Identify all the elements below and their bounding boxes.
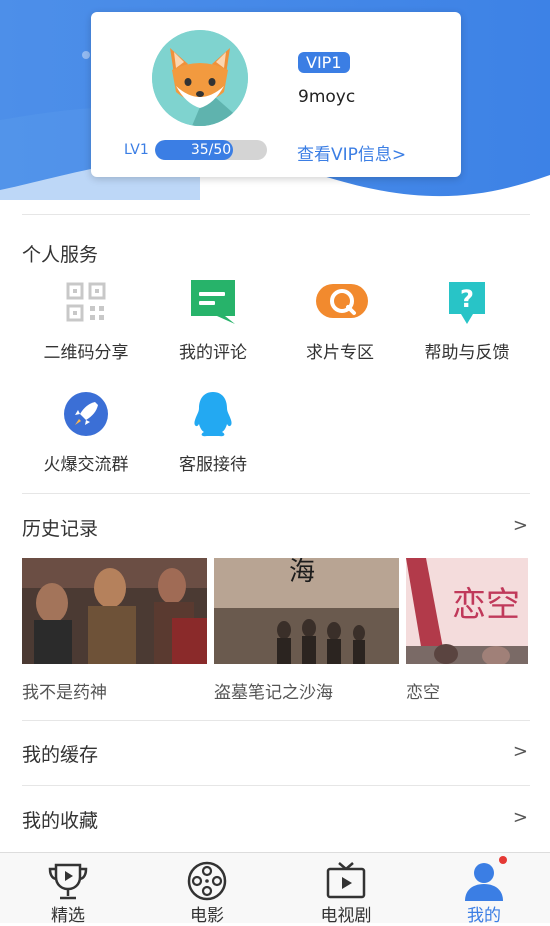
help-icon: ?	[443, 278, 491, 326]
divider	[22, 720, 530, 721]
history-poster[interactable]: 海	[214, 558, 399, 664]
service-customer-support[interactable]: 客服接待	[148, 390, 278, 475]
trophy-icon	[46, 859, 90, 903]
nav-tab-featured[interactable]: 精选	[3, 853, 133, 926]
nav-tab-label: 精选	[51, 906, 85, 926]
film-reel-icon	[185, 859, 229, 903]
svg-text:?: ?	[460, 285, 474, 313]
divider	[22, 493, 530, 494]
qq-penguin-icon	[189, 390, 237, 438]
poster-title-text: 恋空	[452, 585, 520, 625]
nav-tab-label: 电影	[190, 906, 224, 926]
service-label: 我的评论	[179, 343, 247, 363]
level-progress-text: 35/50	[190, 142, 232, 158]
section-title-services: 个人服务	[22, 244, 99, 266]
search-request-icon	[316, 278, 368, 326]
profile-card: VIP1 9moyc LV1 35/50 查看VIP信息>	[91, 12, 461, 177]
history-item-title[interactable]: 我不是药神	[22, 678, 107, 703]
level-label: LV1	[124, 142, 149, 158]
nav-tab-me[interactable]: 我的	[419, 853, 549, 926]
vip-badge: VIP1	[298, 52, 350, 73]
nav-tab-movies[interactable]: 电影	[142, 853, 272, 926]
nav-tab-label: 我的	[467, 906, 501, 926]
history-more-arrow[interactable]: >	[513, 515, 528, 536]
fox-avatar-icon	[152, 30, 248, 126]
nav-tab-tv-series[interactable]: 电视剧	[281, 853, 411, 926]
service-label: 火爆交流群	[43, 455, 129, 475]
service-label: 帮助与反馈	[424, 343, 510, 363]
service-request-zone[interactable]: 求片专区	[275, 278, 405, 363]
service-hot-group[interactable]: 火爆交流群	[21, 390, 151, 475]
service-label: 二维码分享	[43, 343, 129, 363]
notification-dot	[499, 856, 507, 864]
user-icon	[462, 859, 506, 903]
service-help-feedback[interactable]: ? 帮助与反馈	[402, 278, 532, 363]
bottom-navigation: 精选 电影 电视剧 我的	[0, 852, 550, 926]
service-qrcode-share[interactable]: 二维码分享	[21, 278, 151, 363]
history-poster[interactable]	[22, 558, 207, 664]
qrcode-icon	[62, 278, 110, 326]
tv-icon	[324, 859, 368, 903]
username: 9moyc	[298, 87, 356, 107]
my-cache-label[interactable]: 我的缓存	[22, 740, 98, 767]
history-poster[interactable]: 恋空	[406, 558, 528, 664]
avatar[interactable]	[152, 30, 248, 126]
divider	[22, 785, 530, 786]
my-favorites-label[interactable]: 我的收藏	[22, 806, 98, 833]
service-my-comments[interactable]: 我的评论	[148, 278, 278, 363]
history-item-title[interactable]: 盗墓笔记之沙海	[214, 678, 333, 703]
history-item-title[interactable]: 恋空	[406, 678, 440, 703]
my-favorites-arrow[interactable]: >	[513, 807, 528, 828]
service-label: 求片专区	[306, 343, 374, 363]
level-progress-bar: 35/50	[155, 140, 267, 160]
view-vip-info-link[interactable]: 查看VIP信息>	[297, 140, 406, 165]
my-cache-arrow[interactable]: >	[513, 741, 528, 762]
poster-title-text: 海	[289, 558, 315, 587]
comment-icon	[189, 278, 237, 326]
divider	[22, 214, 530, 215]
rocket-icon	[62, 390, 110, 438]
nav-tab-label: 电视剧	[320, 906, 372, 926]
service-label: 客服接待	[179, 455, 247, 475]
section-title-history: 历史记录	[22, 518, 99, 540]
